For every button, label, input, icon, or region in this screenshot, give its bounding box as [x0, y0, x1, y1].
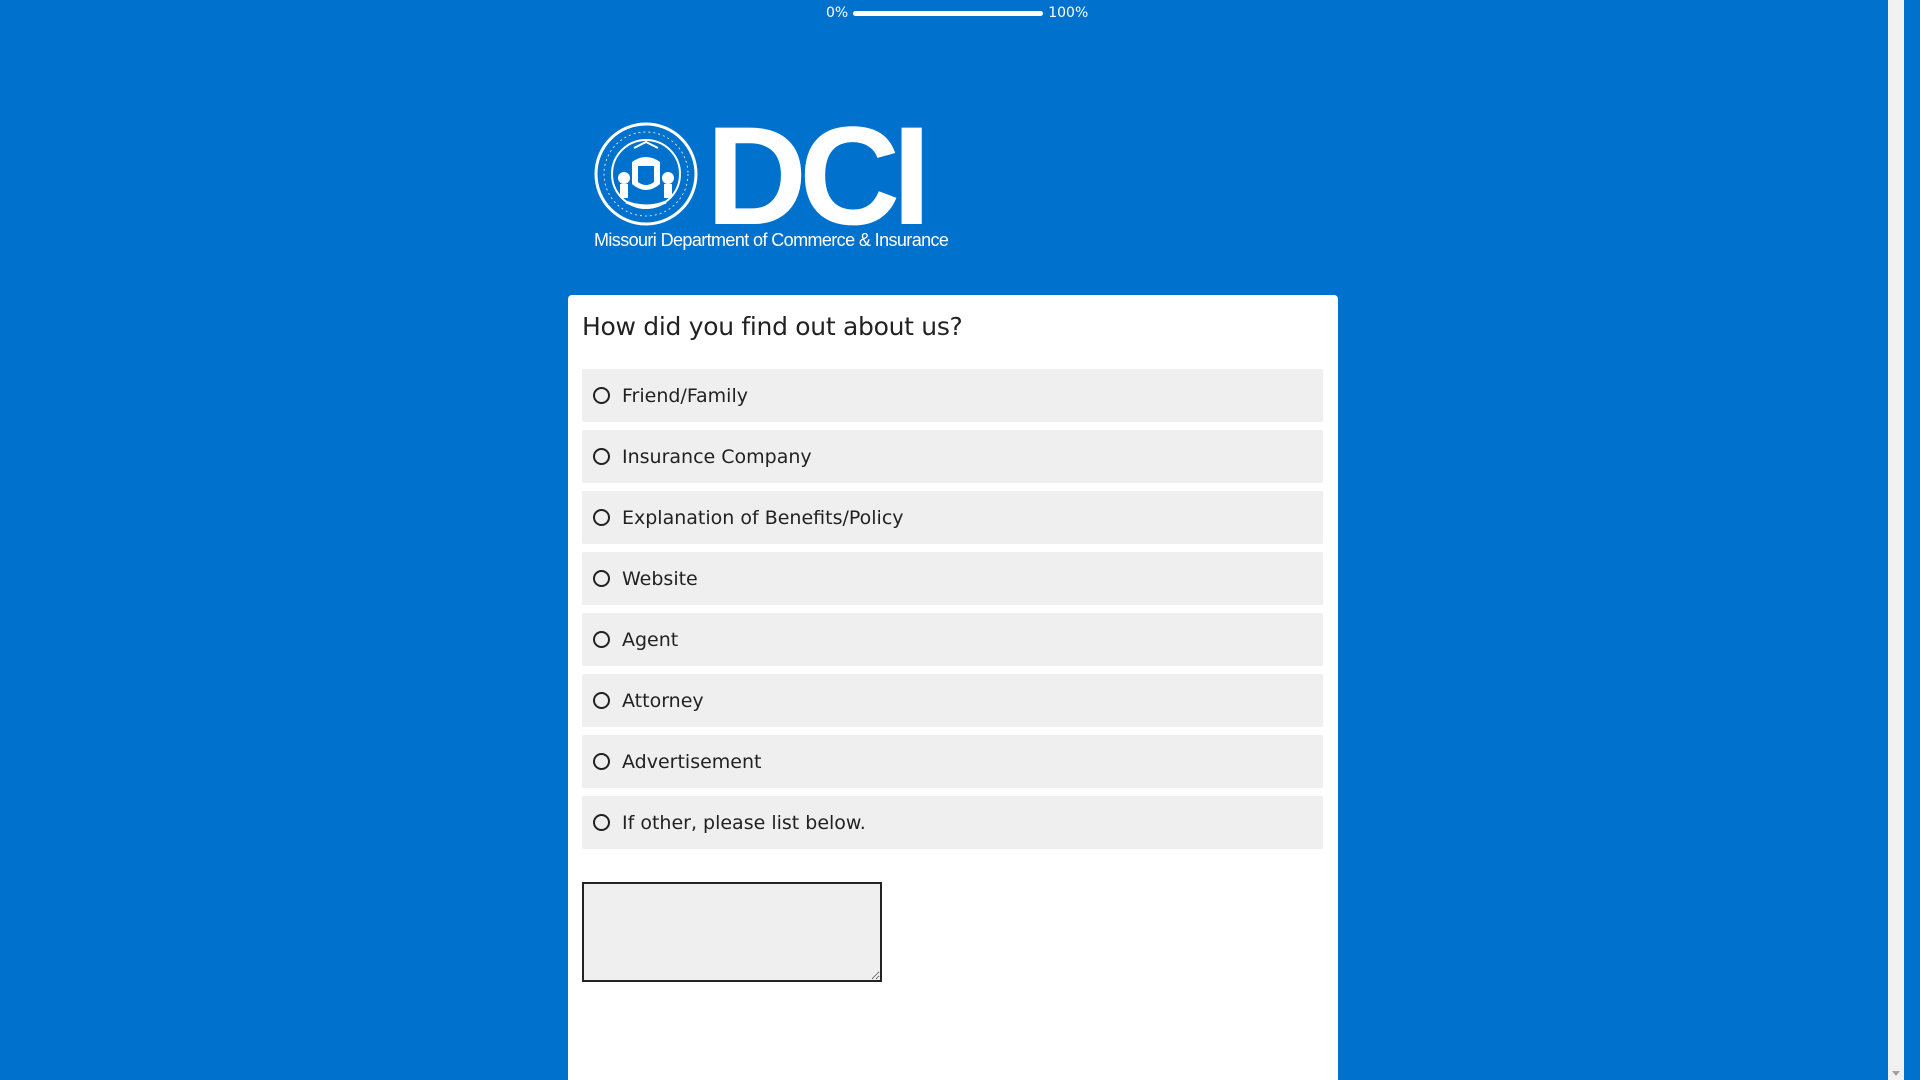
choice-label: Explanation of Benefits/Policy: [622, 506, 904, 529]
choice-other[interactable]: If other, please list below.: [582, 796, 1323, 849]
question-card: How did you find out about us? Friend/Fa…: [568, 295, 1338, 1080]
progress-start-label: 0%: [826, 5, 849, 21]
choice-advertisement[interactable]: Advertisement: [582, 735, 1323, 788]
choice-insurance-company[interactable]: Insurance Company: [582, 430, 1323, 483]
radio-icon[interactable]: [593, 753, 610, 770]
radio-icon[interactable]: [593, 814, 610, 831]
page-scrollbar[interactable]: [1888, 0, 1904, 1080]
state-seal-icon: [594, 122, 698, 226]
choice-agent[interactable]: Agent: [582, 613, 1323, 666]
survey-page: 0% 100% DCI Missouri Department of Comme…: [0, 0, 1904, 1080]
progress-bar: 0% 100%: [826, 3, 1088, 23]
radio-icon[interactable]: [593, 387, 610, 404]
choice-label: Insurance Company: [622, 445, 812, 468]
choice-explanation-of-benefits[interactable]: Explanation of Benefits/Policy: [582, 491, 1323, 544]
choice-label: If other, please list below.: [622, 811, 866, 834]
dci-logo: DCI Missouri Department of Commerce & In…: [594, 106, 949, 258]
choice-label: Website: [622, 567, 698, 590]
radio-icon[interactable]: [593, 692, 610, 709]
choice-website[interactable]: Website: [582, 552, 1323, 605]
choice-label: Advertisement: [622, 750, 762, 773]
progress-track: [853, 10, 1044, 16]
question-title: How did you find out about us?: [582, 312, 963, 341]
choice-label: Friend/Family: [622, 384, 748, 407]
logo-org-name: Missouri Department of Commerce & Insura…: [594, 230, 949, 250]
scroll-down-arrow-icon[interactable]: [1892, 1071, 1900, 1076]
logo-acronym: DCI: [706, 97, 931, 254]
choice-label: Attorney: [622, 689, 704, 712]
radio-icon[interactable]: [593, 448, 610, 465]
progress-end-label: 100%: [1048, 5, 1089, 21]
radio-icon[interactable]: [593, 570, 610, 587]
choice-friend-family[interactable]: Friend/Family: [582, 369, 1323, 422]
other-text-input[interactable]: [582, 882, 882, 982]
radio-icon[interactable]: [593, 631, 610, 648]
radio-icon[interactable]: [593, 509, 610, 526]
choice-attorney[interactable]: Attorney: [582, 674, 1323, 727]
choice-list: Friend/Family Insurance Company Explanat…: [582, 369, 1323, 857]
choice-label: Agent: [622, 628, 679, 651]
